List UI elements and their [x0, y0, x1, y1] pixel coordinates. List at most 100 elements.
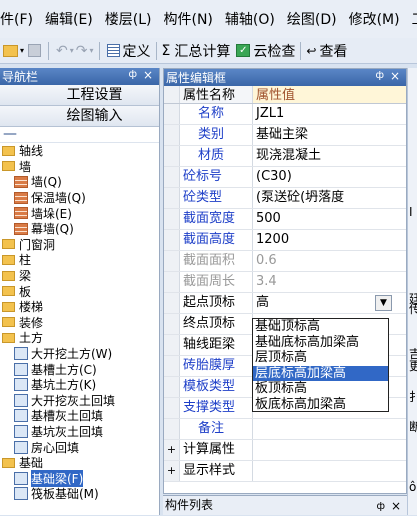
dropdown-option[interactable]: 层底标高加梁高: [253, 365, 388, 381]
close-icon[interactable]: ×: [391, 497, 401, 515]
tree-item[interactable]: 基础梁(F): [0, 469, 159, 487]
tree-item[interactable]: 墙(Q): [0, 174, 159, 190]
property-value[interactable]: [253, 419, 406, 439]
save-icon[interactable]: [28, 44, 42, 57]
tree-item-label: 基坑灰土回填: [31, 424, 104, 439]
tree-item[interactable]: 幕墙(Q): [0, 221, 159, 237]
summary-calc-button[interactable]: Σ 汇总计算: [162, 41, 231, 61]
property-value[interactable]: JZL1: [253, 104, 406, 124]
prop-title: 属性编辑框: [166, 71, 227, 85]
property-value[interactable]: [253, 440, 406, 460]
property-value[interactable]: (泵送砼(坍落度: [253, 188, 406, 208]
undo-icon[interactable]: ↶: [56, 43, 68, 59]
drawing-input-button[interactable]: 绘图输入: [0, 106, 159, 127]
property-name: 计算属性: [180, 440, 253, 460]
collapse-all-icon[interactable]: —: [0, 127, 159, 143]
toolbar-separator: [98, 41, 100, 60]
close-icon[interactable]: ×: [390, 69, 400, 83]
menu-item[interactable]: 绘图(D): [287, 9, 337, 29]
property-row[interactable]: + 计算属性: [164, 440, 406, 461]
tree-item[interactable]: 保温墙(Q): [0, 190, 159, 206]
undo-dropdown-icon[interactable]: ▾: [70, 46, 74, 55]
tree-item[interactable]: 大开挖土方(W): [0, 346, 159, 362]
menu-item[interactable]: 辅轴(O): [225, 9, 275, 29]
tree-item[interactable]: 筏板基础(M): [0, 486, 159, 502]
property-row[interactable]: 砼类型 (泵送砼(坍落度: [164, 188, 406, 209]
define-button[interactable]: 定义: [106, 41, 151, 61]
tree-item[interactable]: 基础: [0, 455, 159, 471]
expand-icon[interactable]: +: [164, 461, 180, 481]
property-row[interactable]: 截面宽度 500: [164, 209, 406, 230]
property-value[interactable]: 3.4: [253, 272, 406, 292]
dropdown-option[interactable]: 基础顶标高: [253, 319, 388, 335]
property-value[interactable]: 基础主梁: [253, 125, 406, 145]
tree-item[interactable]: 基坑灰土回填: [0, 424, 159, 440]
property-value[interactable]: [253, 461, 406, 481]
tree-item[interactable]: 基坑土方(K): [0, 377, 159, 393]
redo-icon[interactable]: ↷: [76, 43, 88, 59]
menu-item[interactable]: 工: [412, 9, 417, 29]
view-button[interactable]: ↩ 查看: [306, 41, 347, 61]
property-row[interactable]: 材质 现浇混凝土: [164, 146, 406, 167]
pin-icon[interactable]: ф: [128, 69, 137, 80]
wall-icon: [14, 207, 28, 220]
expand-icon[interactable]: +: [164, 440, 180, 460]
tree-item[interactable]: 房心回填: [0, 439, 159, 455]
pin-icon[interactable]: ф: [375, 70, 384, 81]
chevron-down-icon[interactable]: ▼: [375, 295, 392, 311]
tree-item[interactable]: 门窗洞: [0, 237, 159, 253]
tree-item[interactable]: 柱: [0, 252, 159, 268]
property-value[interactable]: 1200: [253, 230, 406, 250]
property-row[interactable]: 类别 基础主梁: [164, 125, 406, 146]
menu-item[interactable]: 楼层(L): [105, 9, 152, 29]
tree-item[interactable]: 基槽土方(C): [0, 361, 159, 377]
pin-icon[interactable]: ф: [376, 498, 385, 516]
menu-item[interactable]: 件(F): [0, 9, 33, 29]
property-value[interactable]: 0.6: [253, 251, 406, 271]
property-row[interactable]: 备注: [164, 419, 406, 440]
tree-item[interactable]: 基槽灰土回填: [0, 408, 159, 424]
dropdown-option[interactable]: 板底标高加梁高: [253, 397, 388, 413]
menu-item[interactable]: 编辑(E): [45, 9, 93, 29]
tree-item[interactable]: 楼梯: [0, 299, 159, 315]
property-row[interactable]: 砼标号 (C30): [164, 167, 406, 188]
tree-item[interactable]: 墙垛(E): [0, 205, 159, 221]
property-value[interactable]: 500: [253, 209, 406, 229]
right-side-panel: I廷传吉更扌断ô: [407, 68, 417, 515]
dropdown-option[interactable]: 板顶标高: [253, 381, 388, 397]
component-icon: [14, 409, 28, 423]
tree-item-label: 柱: [19, 253, 32, 268]
folder-icon: [2, 239, 15, 250]
project-settings-button[interactable]: 工程设置: [0, 85, 159, 106]
property-row[interactable]: 截面面积 0.6: [164, 251, 406, 272]
menu-item[interactable]: 构件(N): [164, 9, 213, 29]
row-gutter: [164, 188, 180, 208]
property-row[interactable]: + 显示样式: [164, 461, 406, 482]
property-value[interactable]: (C30): [253, 167, 406, 187]
property-row[interactable]: 截面周长 3.4: [164, 272, 406, 293]
tree-item[interactable]: 墙: [0, 159, 159, 175]
tree-item[interactable]: 装修: [0, 315, 159, 331]
dropdown-arrow-icon[interactable]: ▾: [20, 46, 24, 55]
menu-item[interactable]: 修改(M): [349, 9, 400, 29]
property-row[interactable]: 起点顶标高 ▼: [164, 293, 406, 314]
property-name: 截面面积: [180, 251, 253, 271]
dropdown-option[interactable]: 基础底标高加梁高: [253, 335, 388, 351]
component-list-title: 构件列表: [165, 498, 214, 512]
tree-item[interactable]: 土方: [0, 330, 159, 346]
close-icon[interactable]: ×: [143, 68, 153, 82]
tree-item[interactable]: 轴线: [0, 143, 159, 159]
property-row[interactable]: 名称 JZL1: [164, 104, 406, 125]
tree-item[interactable]: 板: [0, 283, 159, 299]
property-value[interactable]: 现浇混凝土: [253, 146, 406, 166]
tree-item[interactable]: 梁: [0, 268, 159, 284]
tree-item-label: 楼梯: [19, 300, 44, 315]
dropdown-option[interactable]: 层顶标高: [253, 350, 388, 366]
component-icon: [14, 487, 28, 501]
open-folder-icon[interactable]: [3, 44, 18, 57]
redo-dropdown-icon[interactable]: ▾: [90, 46, 94, 55]
property-row[interactable]: 截面高度 1200: [164, 230, 406, 251]
elevation-dropdown-list[interactable]: 基础顶标高 基础底标高加梁高 层顶标高 层底标高加梁高 板顶标高 板底标高加梁高: [252, 318, 389, 412]
tree-item[interactable]: 大开挖灰土回填: [0, 393, 159, 409]
cloud-check-button[interactable]: ✓ 云检查: [236, 41, 295, 61]
